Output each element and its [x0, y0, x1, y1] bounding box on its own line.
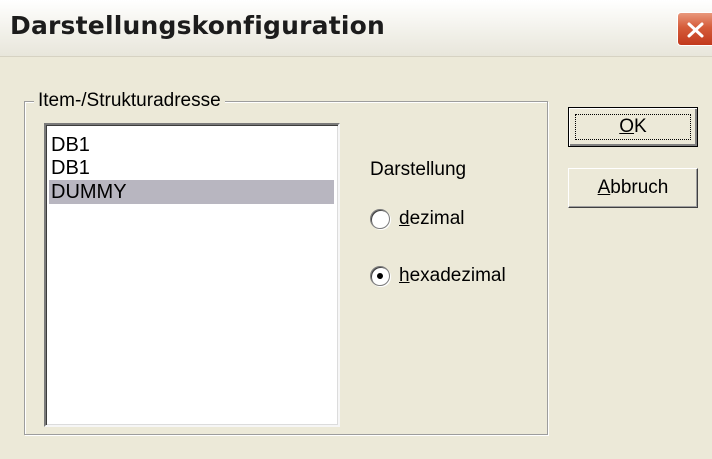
dialog-window: Darstellungskonfiguration Item-/Struktur… — [0, 0, 712, 459]
radio-hexadecimal-label: hexadezimal — [399, 265, 506, 286]
ok-button-label: OK — [619, 116, 647, 137]
radio-decimal[interactable]: dezimal — [370, 207, 520, 233]
cancel-button[interactable]: Abbruch — [568, 168, 698, 208]
close-icon — [687, 22, 704, 38]
address-listbox[interactable]: DB1 DB1 DUMMY — [44, 123, 340, 427]
radio-checked-dot — [377, 273, 383, 279]
radio-hexadecimal[interactable]: hexadezimal — [370, 264, 540, 290]
list-item[interactable]: DB1 — [49, 156, 334, 180]
radio-decimal-circle[interactable] — [370, 209, 390, 229]
title-bar[interactable]: Darstellungskonfiguration — [0, 0, 712, 57]
radio-hexadecimal-circle[interactable] — [370, 266, 390, 286]
window-title: Darstellungskonfiguration — [10, 11, 386, 40]
groupbox-label: Item-/Strukturadresse — [34, 90, 225, 112]
list-item[interactable]: DB1 — [49, 133, 334, 157]
cancel-button-label: Abbruch — [597, 177, 669, 198]
display-label: Darstellung — [370, 159, 467, 180]
dialog-client-area: Item-/Strukturadresse DB1 DB1 DUMMY Dars… — [0, 57, 712, 459]
list-item-selected[interactable]: DUMMY — [49, 180, 334, 204]
radio-decimal-label: dezimal — [399, 208, 465, 229]
ok-button[interactable]: OK — [568, 107, 698, 147]
close-button[interactable] — [677, 12, 712, 46]
